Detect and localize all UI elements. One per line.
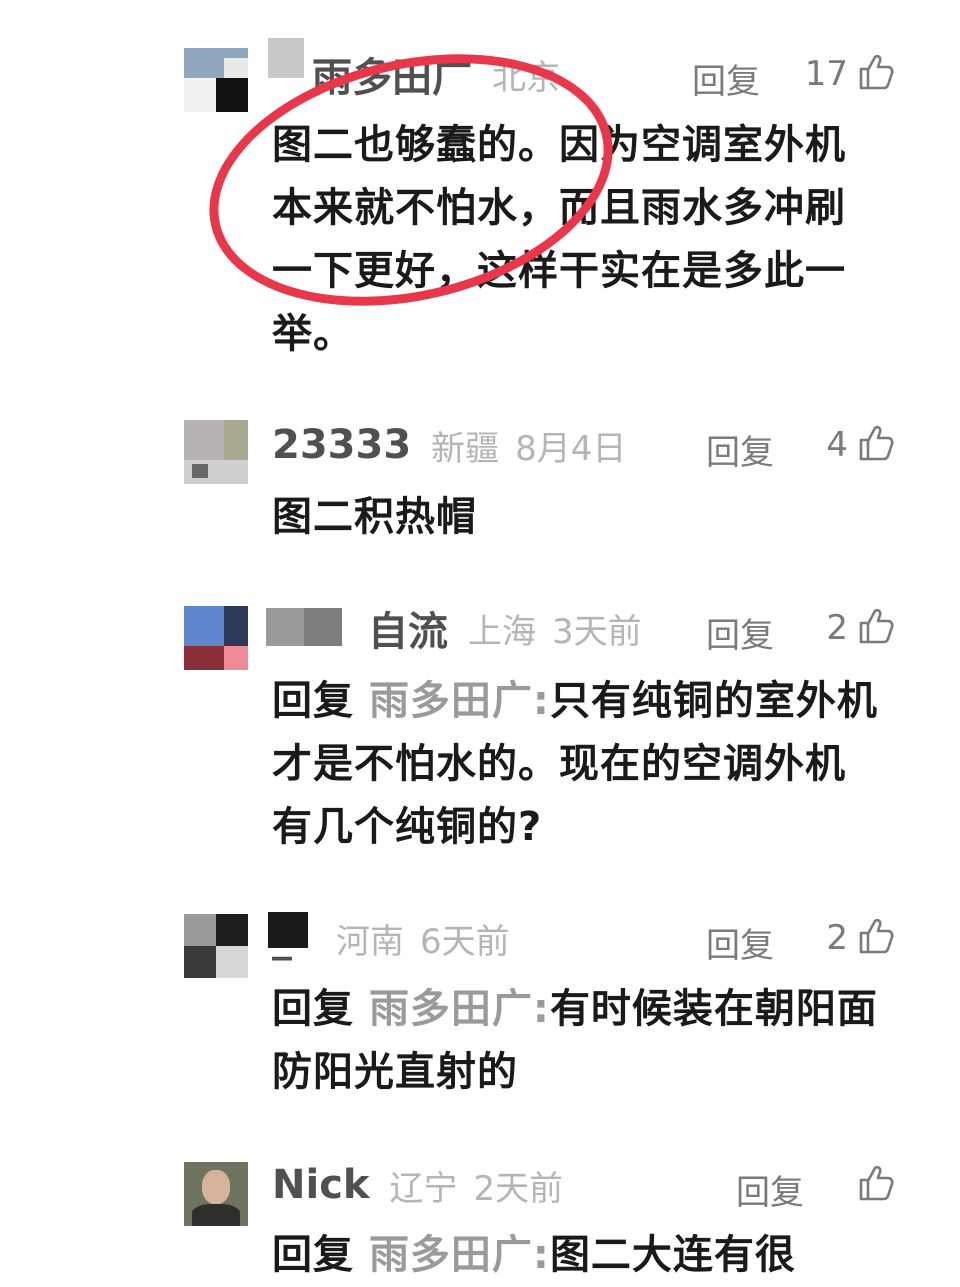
reply-prefix: 回复 — [272, 1232, 354, 1278]
reply-target[interactable]: 雨多田广: — [369, 1232, 550, 1278]
reply-button[interactable]: 回复 — [706, 608, 774, 657]
timestamp: 2天前 — [473, 1168, 564, 1209]
location: 上海 — [468, 611, 536, 652]
like-count: 4 — [826, 425, 848, 465]
like-count: 2 — [826, 608, 848, 648]
timestamp: 3天前 — [552, 611, 642, 652]
reply-target[interactable]: 雨多田广: — [369, 986, 550, 1032]
thumbs-up-icon — [858, 917, 894, 959]
thumbs-up-icon — [858, 424, 894, 466]
avatar[interactable] — [184, 48, 248, 112]
reply-prefix: 回复 — [272, 986, 354, 1032]
username[interactable]: Nick — [272, 1162, 370, 1208]
location: 河南 — [336, 921, 404, 962]
comment-text: 图二积热帽 — [272, 494, 477, 540]
location: 辽宁 — [389, 1168, 458, 1209]
reply-body: 图二大连有很 — [549, 1232, 796, 1278]
reply-body: 有时候装在朝阳面 防阳光直射的 — [272, 986, 878, 1095]
like-count: 2 — [826, 918, 848, 958]
reply-button[interactable]: 回复 — [736, 1165, 804, 1214]
username[interactable]: _ — [272, 915, 292, 961]
comment-text: 回复 雨多田广:只有纯铜的室外机才是不怕水的。现在的空调外机有几个纯铜的? — [272, 670, 882, 859]
reply-body: 只有纯铜的室外机才是不怕水的。现在的空调外机有几个纯铜的? — [272, 678, 878, 850]
comment-meta: 23333 新疆 8月4日 — [272, 415, 626, 475]
timestamp: 6天前 — [420, 921, 510, 962]
avatar[interactable] — [184, 606, 248, 670]
thumbs-up-icon — [858, 53, 894, 95]
comment-meta: Nick 辽宁 2天前 — [272, 1155, 563, 1215]
username[interactable]: 雨多田广 — [312, 45, 472, 103]
like-button[interactable]: 17 — [805, 44, 894, 104]
location: 北京 — [492, 57, 560, 98]
username[interactable]: 23333 — [272, 422, 411, 468]
like-button[interactable]: 2 — [826, 908, 894, 968]
avatar[interactable] — [184, 420, 248, 484]
timestamp: 8月4日 — [515, 428, 627, 469]
location: 新疆 — [431, 428, 500, 469]
avatar[interactable] — [184, 914, 248, 978]
username[interactable]: 自流 — [368, 599, 448, 657]
comment-text: 回复 雨多田广:图二大连有很 — [272, 1224, 882, 1287]
thumbs-up-icon — [858, 607, 894, 649]
thumbs-up-icon — [858, 1164, 894, 1206]
reply-button[interactable]: 回复 — [706, 425, 774, 474]
reply-prefix: 回复 — [272, 678, 354, 724]
reply-target[interactable]: 雨多田广: — [369, 678, 550, 724]
reply-button[interactable]: 回复 — [706, 918, 774, 967]
comment-text: 图二也够蠢的。因为空调室外机本来就不怕水，而且雨水多冲刷一下更好，这样干实在是多… — [272, 122, 846, 357]
like-count: 17 — [804, 54, 848, 94]
comment-text: 回复 雨多田广:有时候装在朝阳面 防阳光直射的 — [272, 978, 882, 1104]
comment-meta: _ 河南 6天前 — [272, 908, 510, 968]
reply-button[interactable]: 回复 — [692, 54, 760, 103]
comment-meta: 自流 上海 3天前 — [272, 598, 642, 658]
like-button[interactable]: 2 — [826, 598, 894, 658]
like-button[interactable] — [848, 1155, 894, 1215]
like-button[interactable]: 4 — [826, 415, 894, 475]
avatar[interactable] — [184, 1162, 248, 1226]
comment-meta: 雨多田广 北京 — [272, 44, 560, 104]
